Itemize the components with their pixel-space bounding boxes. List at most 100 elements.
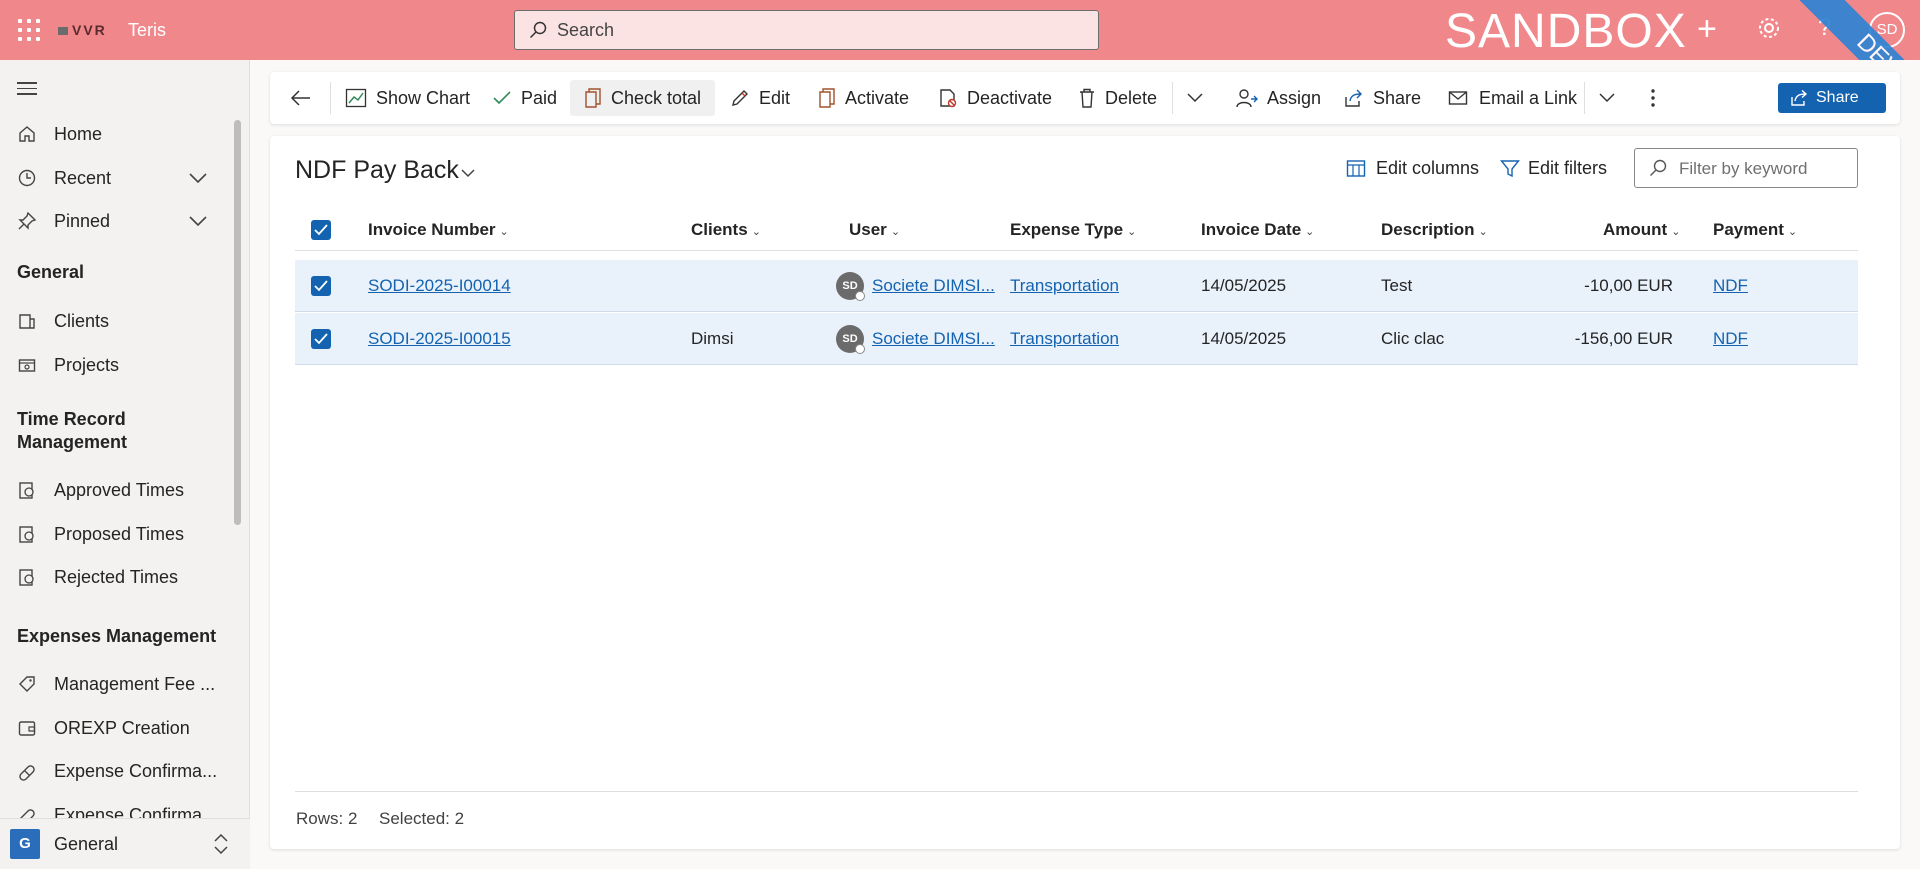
selected-count: Selected: 2 [379,809,465,828]
column-header-clients[interactable]: Clients ⌄ [691,220,761,240]
invoice-number-link[interactable]: SODI-2025-I00015 [368,329,511,349]
sidebar-item-expense-confirmation-2[interactable]: Expense Confirma... [0,796,235,818]
chevron-down-icon[interactable] [188,214,208,228]
chevron-down-icon [1187,93,1203,103]
more-commands-chevron-2[interactable] [1598,80,1625,116]
column-header-label: Description [1381,220,1475,239]
top-bar: VVR Teris Search SANDBOX + ? SD DEV [0,0,1920,60]
description-cell: Test [1381,276,1413,295]
row-checkbox[interactable] [311,276,331,296]
logo-text: VVR [72,22,107,38]
chevron-down-icon[interactable] [188,171,208,185]
app-name[interactable]: Teris [128,20,166,41]
more-vertical-icon [1651,89,1655,107]
column-header-label: User [849,220,887,239]
column-header-label: Expense Type [1010,220,1124,239]
show-chart-button[interactable]: Show Chart [345,80,470,116]
sidebar-item-home[interactable]: Home [0,115,235,155]
command-bar: Show Chart Paid Check total Edit Activat… [270,72,1900,124]
sidebar-item-label: Proposed Times [54,524,185,544]
sidebar-item-projects[interactable]: Projects [0,346,235,386]
search-placeholder: Search [557,20,615,40]
sidebar-item-recent[interactable]: Recent [0,159,235,199]
sidebar-item-label: Expense Confirma... [54,805,218,818]
user-link[interactable]: Societe DIMSI... [872,329,995,349]
chevron-down-icon: ⌄ [1478,226,1488,238]
expense-type-link[interactable]: Transportation [1010,329,1119,349]
payment-link[interactable]: NDF [1713,329,1748,349]
check-total-button[interactable]: Check total [570,80,716,116]
pill-icon [20,809,35,818]
invoice-number-link[interactable]: SODI-2025-I00014 [368,276,511,296]
column-header-label: Amount [1603,220,1668,239]
column-header-invoice-number[interactable]: Invoice Number ⌄ [368,220,509,240]
row-checkbox[interactable] [311,329,331,349]
projects-icon [18,359,36,372]
sidebar-item-label: Home [54,124,103,144]
column-header-payment[interactable]: Payment ⌄ [1713,220,1797,240]
app-launcher-icon[interactable] [18,19,40,41]
sidebar-item-label: Approved Times [54,480,185,500]
presence-status-icon [855,344,865,354]
filter-placeholder: Filter by keyword [1679,159,1808,178]
overflow-menu-button[interactable] [1650,80,1665,116]
sidebar-item-rejected-times[interactable]: Rejected Times [0,558,235,598]
assign-person-icon [1236,89,1258,108]
edit-columns-label: Edit columns [1376,158,1480,178]
section-time-title-line2: Management [17,432,128,452]
edit-button[interactable]: Edit [730,80,790,116]
filter-keyword-input[interactable]: Filter by keyword [1634,148,1858,188]
sidebar-item-approved-times[interactable]: Approved Times [0,471,235,511]
edit-columns-button[interactable]: Edit columns [1346,158,1479,179]
deactivate-label: Deactivate [967,87,1053,108]
column-header-label: Clients [691,220,748,239]
deactivate-button[interactable]: Deactivate [938,80,1052,116]
column-header-invoice-date[interactable]: Invoice Date ⌄ [1201,220,1314,240]
sidebar-item-proposed-times[interactable]: Proposed Times [0,515,235,555]
search-input[interactable]: Search [514,10,1099,50]
back-button[interactable] [290,80,321,116]
sidebar-item-management-fee[interactable]: Management Fee ... [0,665,235,705]
back-arrow-icon [290,90,310,106]
delete-button[interactable]: Delete [1078,80,1157,116]
time-icon [19,569,34,586]
view-title[interactable]: NDF Pay Back [295,156,459,185]
chevron-up-down-icon [214,833,228,855]
select-all-checkbox[interactable] [311,220,331,240]
edit-filters-button[interactable]: Edit filters [1500,158,1607,179]
column-header-amount[interactable]: Amount ⌄ [1603,220,1680,240]
expense-type-link[interactable]: Transportation [1010,276,1119,296]
view-selector-chevron-icon[interactable] [460,168,476,178]
email-link-button[interactable]: Email a Link [1448,80,1577,116]
avatar-initials: SD [842,280,858,292]
share-primary-button[interactable]: Share [1778,83,1886,113]
delete-label: Delete [1105,87,1158,108]
column-header-user[interactable]: User ⌄ [849,220,900,240]
show-chart-label: Show Chart [376,87,471,108]
column-header-label: Invoice Date [1201,220,1302,239]
more-commands-chevron[interactable] [1186,80,1213,116]
hamburger-menu-icon[interactable] [17,82,37,99]
table-row[interactable]: SODI-2025-I00015 Dimsi SD Societe DIMSI.… [295,313,1858,365]
share-command[interactable]: Share [1344,80,1421,116]
table-row[interactable]: SODI-2025-I00014 SD Societe DIMSI... Tra… [295,260,1858,312]
sidebar-item-label: Recent [54,168,112,188]
sidebar-item-expense-confirmation[interactable]: Expense Confirma... [0,752,235,792]
user-link[interactable]: Societe DIMSI... [872,276,995,296]
paid-button[interactable]: Paid [492,80,557,116]
new-record-plus-icon[interactable]: + [1697,12,1717,46]
column-header-description[interactable]: Description ⌄ [1381,220,1488,240]
assign-button[interactable]: Assign [1236,80,1321,116]
sidebar-scrollbar[interactable] [234,120,241,525]
sidebar-item-pinned[interactable]: Pinned [0,202,235,242]
sidebar-item-clients[interactable]: Clients [0,302,235,342]
payment-link[interactable]: NDF [1713,276,1748,296]
settings-gear-icon[interactable] [1757,16,1781,40]
area-switcher[interactable]: G General [0,818,250,869]
column-header-label: Invoice Number [368,220,496,239]
sidebar-item-orexp-creation[interactable]: OREXP Creation [0,709,235,749]
sidebar-nav: Home Recent Pinned General Clients Proje… [0,60,250,869]
activate-button[interactable]: Activate [818,80,909,116]
sidebar-item-label: Projects [54,355,120,375]
column-header-expense-type[interactable]: Expense Type ⌄ [1010,220,1136,240]
